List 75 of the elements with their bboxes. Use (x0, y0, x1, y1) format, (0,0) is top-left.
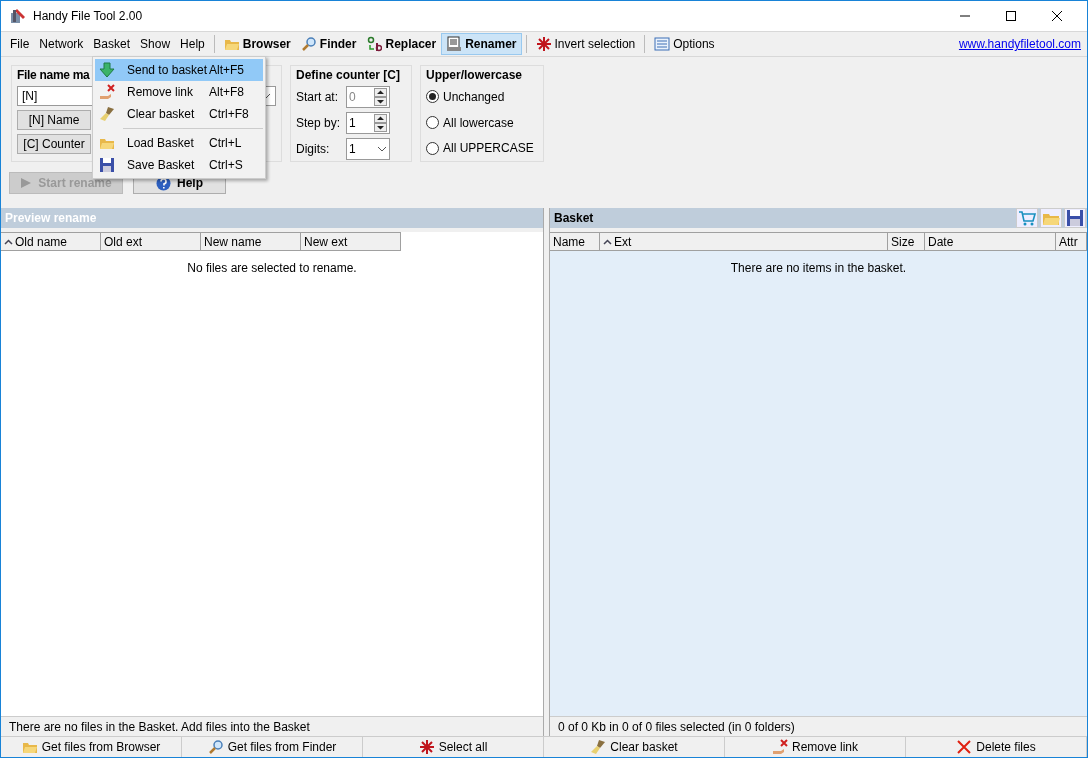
menu-item[interactable]: Network (34, 37, 89, 51)
spin-arrows-icon (374, 88, 387, 106)
insert-button[interactable]: [N] Name (17, 110, 91, 130)
column-header[interactable]: Attr (1056, 232, 1087, 251)
group-title: Upper/lowercase (426, 68, 523, 82)
delete-icon (956, 739, 973, 755)
radio-option[interactable]: All UPPERCASE (426, 137, 538, 159)
toolbar-button[interactable]: Replacer (361, 33, 442, 55)
pane-header: Basket (554, 211, 594, 225)
column-header[interactable]: Size (888, 232, 925, 251)
hand-x-icon (772, 739, 788, 755)
toolbar-button[interactable]: Invert selection (530, 33, 641, 55)
app-icon (9, 7, 27, 25)
status-text: There are no files in the Basket. Add files into the Basket (9, 719, 310, 734)
radio-option[interactable]: All lowercase (426, 111, 538, 134)
status-text: 0 of 0 Kb in 0 of 0 files selected (in 0 folders) (558, 719, 795, 734)
menu-item[interactable]: File (5, 37, 35, 51)
brush-icon (590, 739, 607, 755)
asterisk-icon (535, 36, 552, 52)
column-header[interactable]: Ext (600, 232, 888, 251)
document-icon (446, 36, 463, 52)
floppy-icon[interactable] (1064, 208, 1086, 228)
bottom-button[interactable]: Delete files (906, 737, 1087, 757)
column-header[interactable]: Old ext (101, 232, 201, 251)
magnifier-icon (300, 36, 317, 52)
menu-entry[interactable]: Clear basket Ctrl+F8 (95, 103, 263, 125)
group-title: File name ma (17, 68, 90, 82)
empty-message: There are no items in the basket. (730, 261, 907, 275)
basket-icon[interactable] (1016, 208, 1038, 228)
column-header[interactable]: Name (550, 232, 600, 251)
toolbar-button[interactable]: Renamer (441, 33, 522, 55)
empty-message: No files are selected to rename. (187, 261, 357, 275)
brush-icon (99, 106, 115, 122)
field-label: Step by: (296, 116, 342, 130)
floppy-icon (99, 157, 115, 173)
field-label: Start at: (296, 90, 340, 104)
play-icon (20, 177, 33, 189)
down-arrow-icon (99, 62, 115, 78)
spin-arrows-icon (374, 114, 387, 132)
spin-field[interactable]: 0 (346, 86, 390, 108)
bottom-button[interactable]: Get files from Finder (182, 737, 363, 757)
menu-entry[interactable]: Send to basket Alt+F5 (95, 59, 263, 81)
close-icon[interactable] (1051, 10, 1063, 22)
toolbar-button[interactable]: Finder (295, 33, 362, 55)
bottom-button[interactable]: Remove link (725, 737, 906, 757)
window-title: Handy File Tool 2.00 (33, 9, 143, 23)
spin-field[interactable]: 1 (346, 112, 390, 134)
menu-entry[interactable]: Load Basket Ctrl+L (95, 132, 263, 154)
digits-combobox[interactable]: 1 (346, 138, 390, 160)
letters-icon (366, 36, 383, 52)
menu-item[interactable]: Show (135, 37, 176, 51)
menu-item[interactable]: Help (175, 37, 210, 51)
hand-x-icon (99, 84, 115, 100)
list-icon (654, 36, 671, 52)
radio-option[interactable]: Unchanged (426, 86, 538, 108)
pane-header: Preview rename (1, 208, 543, 228)
insert-button[interactable]: [C] Counter (17, 134, 91, 154)
group-title: Define counter [C] (296, 68, 400, 82)
toolbar-button[interactable]: Options (649, 33, 720, 55)
maximize-icon[interactable] (1005, 10, 1017, 22)
toolbar-button[interactable]: Browser (218, 33, 296, 55)
field-label: Digits: (296, 142, 331, 156)
asterisk-icon (418, 739, 435, 755)
column-header[interactable]: Old name (1, 232, 101, 251)
column-header[interactable]: Date (925, 232, 1056, 251)
website-link[interactable]: www.handyfiletool.com (958, 37, 1083, 51)
menu-item[interactable]: Basket (88, 37, 136, 51)
bottom-button[interactable]: Select all (363, 737, 544, 757)
column-header[interactable]: New ext (301, 232, 401, 251)
bottom-button[interactable]: Clear basket (544, 737, 725, 757)
magnifier-icon (207, 739, 224, 755)
menu-entry[interactable]: Remove link Alt+F8 (95, 81, 263, 103)
chevron-icon (377, 146, 387, 152)
column-header[interactable]: New name (201, 232, 301, 251)
bottom-button[interactable]: Get files from Browser (1, 737, 182, 757)
